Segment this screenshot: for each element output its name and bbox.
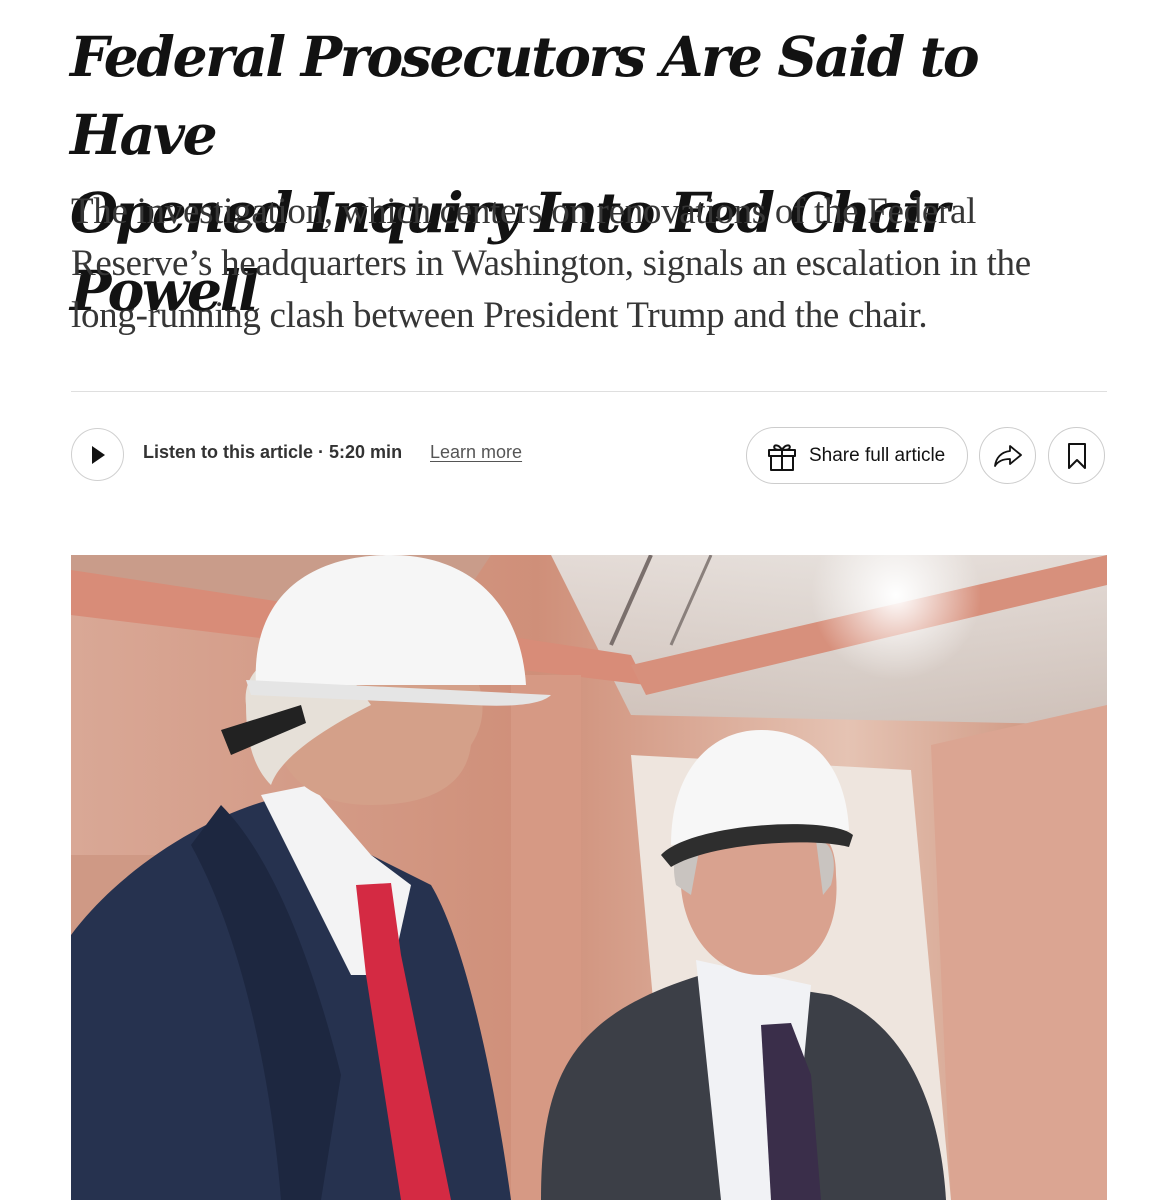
gift-icon [768, 443, 796, 471]
play-icon [91, 445, 105, 464]
article-summary: The investigation, which centers on reno… [71, 191, 1031, 336]
article-toolbar: Listen to this article · 5:20 min Learn … [71, 427, 1107, 485]
share-arrow-icon [993, 444, 1022, 467]
share-full-article-label: Share full article [809, 444, 946, 466]
save-bookmark-button[interactable] [1048, 427, 1105, 484]
listen-label: Listen to this article · 5:20 min [143, 442, 403, 462]
learn-more-link[interactable]: Learn more [430, 442, 522, 463]
headline-line-1: Federal Prosecutors Are Said to Have [70, 24, 980, 167]
share-full-article-button[interactable]: Share full article [746, 427, 968, 484]
play-audio-button[interactable] [71, 428, 124, 481]
bookmark-icon [1067, 442, 1086, 469]
divider [71, 391, 1107, 392]
article-lead-photo [71, 555, 1107, 1200]
share-button[interactable] [979, 427, 1036, 484]
